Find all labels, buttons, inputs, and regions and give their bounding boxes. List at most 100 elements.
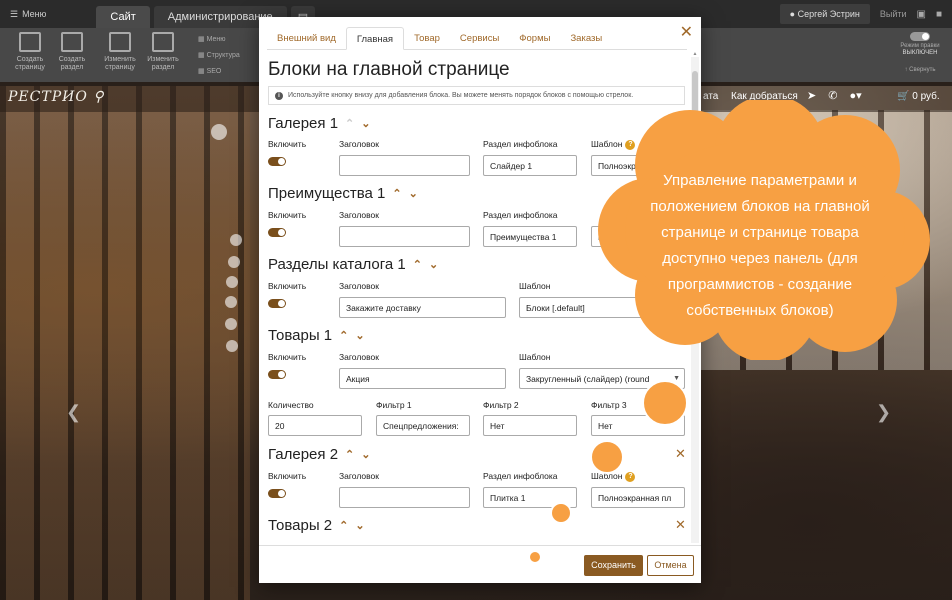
menu-link[interactable]: ▦ Меню	[198, 32, 240, 48]
enable-toggle[interactable]	[268, 370, 286, 379]
tab-services[interactable]: Сервисы	[450, 27, 509, 50]
tab-main[interactable]: Главная	[345, 27, 405, 50]
filter1-label: Фильтр 1	[376, 400, 412, 410]
enable-label: Включить	[268, 281, 307, 291]
infoblock-select[interactable]: Преимущества 1	[483, 226, 577, 247]
header-label: Заголовок	[339, 352, 379, 362]
toggle-switch-icon	[910, 32, 930, 41]
info-icon: i	[275, 91, 283, 100]
callout-bubble	[590, 440, 624, 474]
infoblock-label: Раздел инфоблока	[483, 139, 558, 149]
tab-orders[interactable]: Заказы	[560, 27, 612, 50]
move-down-icon[interactable]: ⌄	[361, 448, 370, 461]
create-page-button[interactable]: Создать страницу	[10, 32, 50, 72]
enable-toggle[interactable]	[268, 228, 286, 237]
enable-toggle[interactable]	[268, 489, 286, 498]
enable-toggle[interactable]	[268, 299, 286, 308]
header-input[interactable]	[339, 487, 470, 508]
enable-label: Включить	[268, 139, 307, 149]
slider-prev-icon[interactable]: ❮	[66, 402, 81, 423]
modal-footer: Сохранить Отмена	[259, 545, 701, 583]
enable-label: Включить	[268, 210, 307, 220]
filter1-select[interactable]: Спецпредложения:	[376, 415, 470, 436]
header-input[interactable]: Акция	[339, 368, 506, 389]
bear-logo-icon: ⚲	[93, 89, 105, 105]
tab-appearance[interactable]: Внешний вид	[267, 27, 346, 50]
decor-dot	[230, 234, 242, 246]
block-title: Товары 2 ⌃ ⌄	[268, 517, 365, 534]
move-down-icon[interactable]: ⌄	[409, 187, 418, 200]
filter2-select[interactable]: Нет	[483, 415, 577, 436]
menu-button[interactable]: ☰ Меню	[0, 0, 56, 28]
save-button[interactable]: Сохранить	[584, 555, 643, 576]
decor-dot	[228, 256, 240, 268]
enable-label: Включить	[268, 471, 307, 481]
remove-block-icon[interactable]: ✕	[675, 517, 686, 533]
move-down-icon[interactable]: ⌄	[355, 519, 364, 532]
edit-page-button[interactable]: Изменить страницу	[100, 32, 140, 72]
decor-dot	[225, 318, 237, 330]
move-up-icon[interactable]: ⌃	[413, 258, 422, 271]
user-icon: ●	[789, 9, 796, 19]
cancel-button[interactable]: Отмена	[647, 555, 694, 576]
settings-icon[interactable]: ■	[936, 9, 942, 20]
template-select[interactable]: Полноэкранная пл	[591, 487, 685, 508]
move-up-icon[interactable]: ⌃	[345, 117, 354, 130]
decor-dot	[226, 340, 238, 352]
new-page-icon	[19, 32, 41, 52]
filter3-label: Фильтр 3	[591, 400, 627, 410]
header-input[interactable]	[339, 155, 470, 176]
callout-text: Управление параметрами и положением блок…	[650, 172, 870, 319]
move-up-icon[interactable]: ⌃	[345, 448, 354, 461]
logout-link[interactable]: Выйти	[880, 9, 907, 19]
edit-section-button[interactable]: Изменить раздел	[143, 32, 183, 72]
modal-tabs: Внешний вид Главная Товар Сервисы Формы …	[267, 27, 687, 50]
quantity-input[interactable]: 20	[268, 415, 362, 436]
tab-site[interactable]: Сайт	[96, 6, 150, 28]
modal-title: Блоки на главной странице	[268, 59, 510, 80]
edit-mode-toggle[interactable]: Режим правки ВЫКЛЮЧЕН ↑ Свернуть	[900, 32, 940, 74]
callout-bubble	[528, 550, 542, 564]
enable-label: Включить	[268, 352, 307, 362]
background-shelves	[0, 86, 250, 600]
callout-bubble	[550, 502, 572, 524]
site-logo[interactable]: РЕСТРИО ⚲	[8, 89, 105, 105]
window-icon[interactable]: ▣	[917, 9, 926, 20]
header-input[interactable]: Закажите доставку	[339, 297, 506, 318]
slider-next-icon[interactable]: ❯	[876, 402, 891, 423]
new-folder-icon	[61, 32, 83, 52]
collapse-link[interactable]: ↑ Свернуть	[900, 67, 940, 74]
move-down-icon[interactable]: ⌄	[355, 329, 364, 342]
move-up-icon[interactable]: ⌃	[339, 329, 348, 342]
block-title: Галерея 2 ⌃ ⌄	[268, 446, 371, 463]
tab-forms[interactable]: Формы	[509, 27, 560, 50]
create-section-button[interactable]: Создать раздел	[52, 32, 92, 72]
move-up-icon[interactable]: ⌃	[392, 187, 401, 200]
block-title: Товары 1 ⌃ ⌄	[268, 327, 365, 344]
block-title: Разделы каталога 1 ⌃ ⌄	[268, 256, 439, 273]
block-title: Преимущества 1 ⌃ ⌄	[268, 185, 418, 202]
block-title: Галерея 1 ⌃ ⌄	[268, 115, 371, 132]
move-up-icon[interactable]: ⌃	[339, 519, 348, 532]
user-button[interactable]: ● Сергей Эстрин	[779, 4, 870, 24]
header-input[interactable]	[339, 226, 470, 247]
remove-block-icon[interactable]: ✕	[675, 446, 686, 462]
header-label: Заголовок	[339, 139, 379, 149]
close-icon[interactable]: ✕	[680, 25, 693, 41]
template-label: Шаблон	[519, 281, 551, 291]
tab-product[interactable]: Товар	[404, 27, 450, 50]
edit-folder-icon	[152, 32, 174, 52]
decor-dot	[226, 276, 238, 288]
seo-link[interactable]: ▦ SEO	[198, 64, 240, 80]
structure-link[interactable]: ▦ Структура	[198, 48, 240, 64]
move-down-icon[interactable]: ⌄	[429, 258, 438, 271]
decor-dot	[211, 124, 227, 140]
enable-toggle[interactable]	[268, 157, 286, 166]
hamburger-icon: ☰	[10, 8, 19, 19]
help-icon[interactable]: ?	[625, 471, 636, 482]
infoblock-select[interactable]: Слайдер 1	[483, 155, 577, 176]
template-label: Шаблон	[519, 352, 551, 362]
filter2-label: Фильтр 2	[483, 400, 519, 410]
move-down-icon[interactable]: ⌄	[361, 117, 370, 130]
header-label: Заголовок	[339, 281, 379, 291]
